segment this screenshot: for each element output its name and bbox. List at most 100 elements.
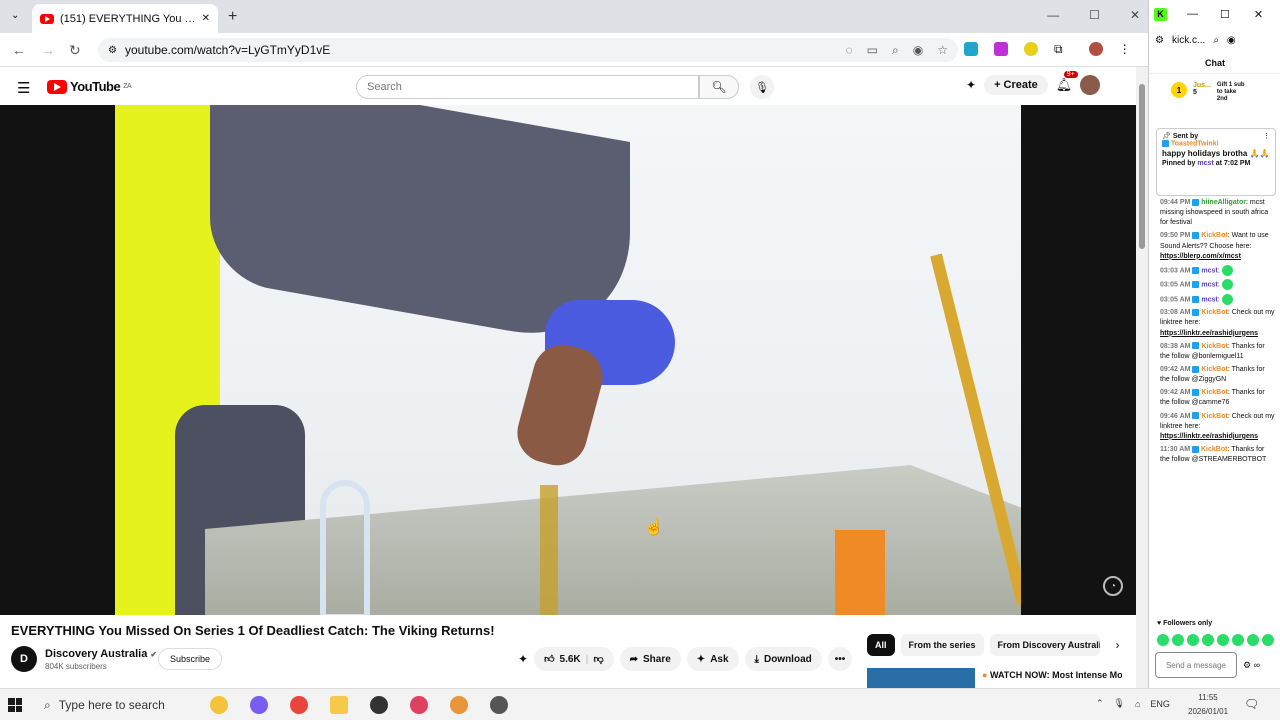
microphone-tray-icon[interactable]: 🎙︎	[1114, 698, 1125, 709]
copilot-icon[interactable]	[250, 696, 268, 714]
emote-icon-1[interactable]	[1157, 634, 1169, 646]
gemini-sparkle-icon[interactable]: ✦	[966, 78, 976, 92]
bookmark-star-icon[interactable]: ☆	[937, 43, 948, 58]
message-user[interactable]: KickBot	[1201, 232, 1227, 239]
message-link[interactable]: https://linktr.ee/rashidjurgens	[1160, 432, 1275, 442]
maximize-button[interactable]: ☐	[1089, 8, 1100, 22]
browser-tab[interactable]: (151) EVERYTHING You Missed On Series 1 …	[32, 4, 218, 33]
extension-icon-2[interactable]	[994, 42, 1008, 56]
kick-zoom-icon[interactable]: ⌕	[1213, 35, 1219, 46]
message-user[interactable]: KickBot	[1201, 343, 1227, 350]
video-frame[interactable]	[115, 105, 1021, 615]
snipping-tool-icon[interactable]	[410, 696, 428, 714]
tab-close-icon[interactable]: ✕	[202, 13, 210, 24]
install-icon[interactable]: ▭	[867, 43, 878, 58]
emote-icon-8[interactable]	[1262, 634, 1274, 646]
emote-icon-7[interactable]	[1247, 634, 1259, 646]
menu-hamburger-icon[interactable]: ☰	[17, 79, 30, 97]
like-button[interactable]: 👍︎ 5.6K | 👎︎	[534, 647, 614, 671]
kick-site-info-icon[interactable]: ⚙	[1155, 35, 1164, 46]
obs-icon[interactable]	[370, 696, 388, 714]
kick-close-button[interactable]: ✕	[1254, 8, 1263, 21]
chips-next-icon[interactable]: ›	[1116, 638, 1120, 652]
minimize-button[interactable]: —	[1047, 8, 1059, 22]
reload-icon[interactable]: ↻	[69, 42, 81, 59]
download-button[interactable]: ⤓ Download	[744, 647, 822, 671]
emote-icon-4[interactable]	[1202, 634, 1214, 646]
notifications-bell-icon[interactable]: 🔔︎ 9+	[1056, 71, 1078, 93]
extension-icon-1[interactable]	[964, 42, 978, 56]
file-explorer-icon[interactable]	[330, 696, 348, 714]
kick-address-bar[interactable]: ⚙ kick.c... ⌕ ◉	[1149, 28, 1280, 52]
share-button[interactable]: ➦ Share	[619, 647, 681, 671]
back-icon[interactable]: ←	[12, 42, 26, 58]
clock[interactable]: 11:55 2026/01/01	[1188, 691, 1228, 719]
recommended-title[interactable]: ● WATCH NOW: Most Intense Moments Mega M…	[982, 670, 1122, 680]
chip-from-channel[interactable]: From Discovery Australia	[989, 634, 1100, 656]
emote-icon-6[interactable]	[1232, 634, 1244, 646]
subscribe-button[interactable]: Subscribe	[158, 648, 223, 670]
autoplay-icon[interactable]: ◔	[1103, 576, 1123, 596]
extension-icon-3[interactable]	[1024, 42, 1038, 56]
channel-name[interactable]: Discovery Australia ✔	[45, 648, 157, 660]
browser-menu-icon[interactable]: ⋮	[1119, 42, 1131, 57]
close-window-button[interactable]: ✕	[1130, 8, 1140, 22]
chat-settings-icon[interactable]: ⚙ ∞	[1243, 660, 1260, 671]
scrollbar-thumb[interactable]	[1139, 84, 1145, 249]
address-bar[interactable]: ⚙ youtube.com/watch?v=LyGTmYyD1vE ◌ ▭ ⌕ …	[98, 38, 958, 62]
voice-search-button[interactable]: 🎙︎	[750, 75, 774, 99]
message-user[interactable]: KickBot	[1201, 413, 1227, 420]
message-user[interactable]: hiineAlligator	[1201, 199, 1246, 206]
ask-gemini-icon[interactable]: ✦	[518, 652, 528, 666]
message-link[interactable]: https://linktr.ee/rashidjurgens	[1160, 329, 1275, 339]
emote-icon-5[interactable]	[1217, 634, 1229, 646]
puzzle-icon[interactable]: ⧉	[1054, 42, 1063, 57]
sparkle-app-icon[interactable]	[210, 696, 228, 714]
message-user[interactable]: KickBot	[1201, 389, 1227, 396]
kick-minimize-button[interactable]: —	[1187, 8, 1198, 20]
chat-message-input[interactable]: Send a message	[1155, 652, 1237, 678]
message-user[interactable]: mcst	[1201, 267, 1217, 274]
account-avatar[interactable]	[1080, 75, 1101, 95]
language-indicator[interactable]: ENG	[1150, 699, 1170, 709]
emote-icon-3[interactable]	[1187, 634, 1199, 646]
tracking-icon[interactable]: ◉	[913, 43, 923, 58]
windows-start-icon[interactable]	[8, 698, 22, 712]
eye-slash-icon[interactable]: ◌	[846, 43, 853, 58]
message-user[interactable]: KickBot	[1201, 309, 1227, 316]
search-button[interactable]: 🔍︎	[699, 75, 739, 99]
site-info-icon[interactable]: ⚙	[108, 45, 117, 56]
thumbs-down-icon[interactable]: 👎︎	[593, 653, 603, 665]
chrome-profile-icon[interactable]	[450, 696, 468, 714]
message-user[interactable]: KickBot	[1201, 446, 1227, 453]
message-user[interactable]: mcst	[1201, 282, 1217, 289]
tab-search-icon[interactable]: ⌄	[11, 10, 19, 21]
tray-chevron-icon[interactable]: ⌃	[1096, 698, 1104, 709]
kick-eye-icon[interactable]: ◉	[1227, 35, 1236, 46]
message-link[interactable]: https://blerp.com/x/mcst	[1160, 252, 1275, 262]
forward-icon[interactable]: →	[41, 42, 55, 58]
recommended-thumbnail[interactable]	[867, 668, 975, 688]
chip-from-series[interactable]: From the series	[900, 634, 984, 656]
network-icon[interactable]: ⌂	[1135, 699, 1140, 709]
notification-center-icon[interactable]: 🗨︎	[1244, 697, 1259, 711]
create-button[interactable]: + Create	[984, 75, 1048, 95]
emote-icon-2[interactable]	[1172, 634, 1184, 646]
chip-all[interactable]: All	[867, 634, 895, 656]
message-user[interactable]: KickBot	[1201, 366, 1227, 373]
message-user[interactable]: mcst	[1201, 296, 1217, 303]
steam-icon[interactable]	[490, 696, 508, 714]
youtube-logo[interactable]: YouTube ZA	[47, 79, 132, 94]
gift-sub-text[interactable]: Gift 1 sub to take 2nd	[1217, 82, 1247, 104]
pinned-options-icon[interactable]: ⋮	[1263, 132, 1270, 140]
new-tab-button[interactable]: +	[228, 8, 237, 26]
channel-avatar[interactable]: D	[11, 646, 37, 672]
kick-maximize-button[interactable]: ☐	[1220, 8, 1230, 21]
search-input[interactable]: Search	[356, 75, 699, 99]
taskbar-search[interactable]: ⌕ Type here to search	[44, 698, 165, 713]
chrome-icon[interactable]	[290, 696, 308, 714]
profile-avatar[interactable]	[1088, 42, 1103, 56]
ask-button[interactable]: ✦ Ask	[686, 647, 739, 671]
zoom-icon[interactable]: ⌕	[892, 43, 899, 58]
more-actions-button[interactable]: •••	[827, 647, 853, 671]
